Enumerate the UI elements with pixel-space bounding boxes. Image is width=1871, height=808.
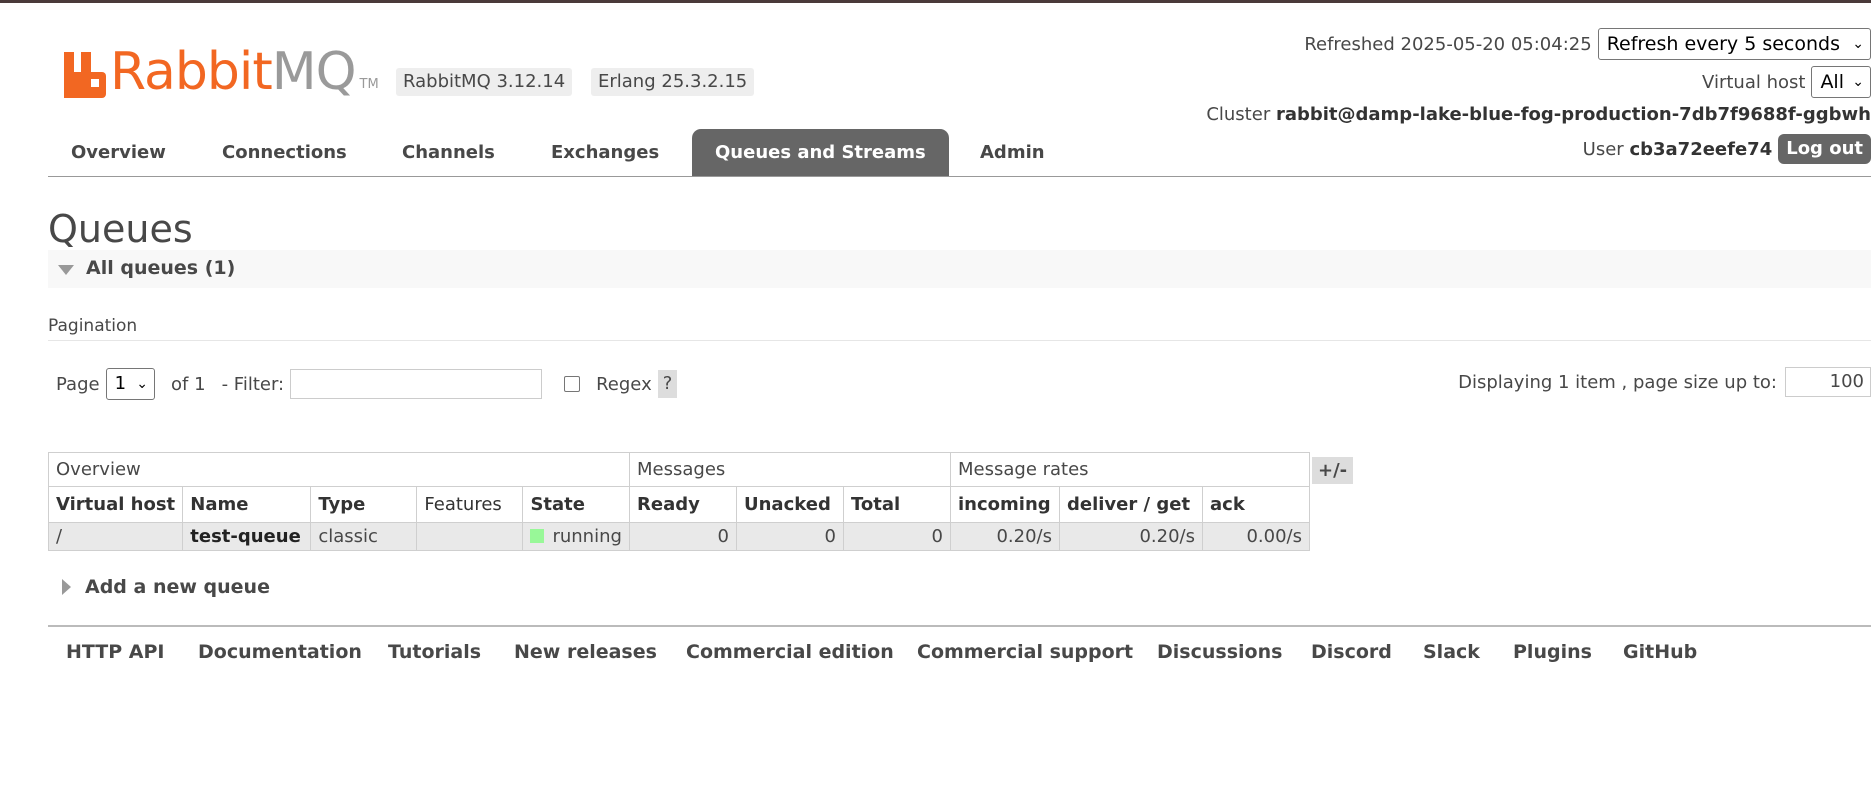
main-nav: Overview Connections Channels Exchanges … [48, 129, 1871, 177]
display-summary: Displaying 1 item , page size up to: 100 [1458, 367, 1871, 397]
col-state[interactable]: State [522, 486, 630, 523]
col-deliver-get[interactable]: deliver / get [1059, 486, 1203, 523]
logo-trademark: TM [359, 77, 379, 92]
refreshed-label: Refreshed 2025-05-20 05:04:25 [1304, 33, 1592, 55]
running-status-icon [530, 529, 545, 543]
cell-ack: 0.00/s [1202, 522, 1310, 551]
footer-link-discussions[interactable]: Discussions [1157, 638, 1282, 666]
chevron-down-icon: ⌄ [136, 376, 149, 392]
regex-help-button[interactable]: ? [657, 370, 678, 398]
footer-link-slack[interactable]: Slack [1423, 638, 1480, 666]
pagination-controls: Page 1 ⌄ of 1 - Filter: Regex ? [56, 368, 678, 400]
filter-input[interactable] [290, 369, 543, 399]
col-features: Features [416, 486, 524, 523]
col-unacked[interactable]: Unacked [736, 486, 844, 523]
filter-label: - Filter: [221, 373, 285, 395]
vhost-label: Virtual host [1702, 71, 1806, 93]
cell-deliver-get: 0.20/s [1059, 522, 1203, 551]
footer-link-documentation[interactable]: Documentation [198, 638, 362, 666]
tab-overview[interactable]: Overview [48, 129, 189, 176]
chevron-down-icon: ⌄ [1852, 74, 1864, 90]
footer-link-github[interactable]: GitHub [1623, 638, 1697, 666]
state-label: running [552, 526, 622, 547]
logo-wordmark: RabbitMQ [110, 42, 357, 102]
section-title: All queues (1) [86, 257, 236, 279]
page-select[interactable]: 1 ⌄ [105, 368, 156, 400]
table-row[interactable]: / test-queue classic running 0 0 0 0.20/… [47, 522, 1310, 551]
refresh-status: Refreshed 2025-05-20 05:04:25 Refresh ev… [1304, 28, 1871, 60]
rabbitmq-logo-icon [64, 52, 106, 98]
col-type[interactable]: Type [310, 486, 418, 523]
cell-ready: 0 [629, 522, 737, 551]
footer-link-discord[interactable]: Discord [1311, 638, 1392, 666]
top-border [0, 0, 1871, 3]
vhost-selector: Virtual host All ⌄ [1702, 66, 1871, 98]
footer-link-new-releases[interactable]: New releases [514, 638, 657, 666]
queue-name-link[interactable]: test-queue [182, 522, 312, 551]
page-of-label: of 1 [171, 373, 206, 395]
cell-type: classic [310, 522, 418, 551]
tab-queues-and-streams[interactable]: Queues and Streams [692, 129, 949, 176]
footer-link-commercial-edition[interactable]: Commercial edition [686, 638, 894, 666]
group-header-overview: Overview [48, 452, 630, 487]
page-label: Page [56, 373, 100, 395]
cell-features [416, 522, 524, 551]
erlang-badge: Erlang 25.3.2.15 [591, 68, 755, 96]
cell-vhost: / [47, 522, 184, 551]
vhost-select[interactable]: All ⌄ [1811, 66, 1871, 98]
footer-link-http-api[interactable]: HTTP API [66, 638, 165, 666]
rabbitmq-logo[interactable]: RabbitMQ TM [64, 42, 379, 98]
cluster-label: Cluster [1206, 104, 1271, 125]
pagination-divider [48, 340, 1871, 341]
cell-incoming: 0.20/s [950, 522, 1060, 551]
add-queue-label: Add a new queue [85, 576, 270, 598]
footer-link-commercial-support[interactable]: Commercial support [917, 638, 1133, 666]
col-virtual-host[interactable]: Virtual host [47, 486, 184, 523]
footer-link-tutorials[interactable]: Tutorials [388, 638, 481, 666]
all-queues-section-header[interactable]: All queues (1) [48, 250, 1871, 288]
queues-table: Overview Messages Message rates Virtual … [47, 452, 1310, 551]
pagination-label: Pagination [48, 316, 138, 336]
col-total[interactable]: Total [843, 486, 951, 523]
expand-triangle-icon [62, 579, 71, 595]
col-ack[interactable]: ack [1202, 486, 1310, 523]
toggle-columns-button[interactable]: +/- [1312, 457, 1354, 484]
page-title: Queues [48, 207, 193, 251]
refresh-interval-select[interactable]: Refresh every 5 seconds ⌄ [1597, 28, 1871, 60]
group-header-messages: Messages [629, 452, 951, 487]
collapse-triangle-icon [58, 265, 74, 275]
cell-state: running [522, 522, 630, 551]
page-size-input[interactable]: 100 [1785, 367, 1871, 397]
tab-admin[interactable]: Admin [957, 129, 1068, 176]
tab-channels[interactable]: Channels [379, 129, 518, 176]
cluster-name: rabbit@damp-lake-blue-fog-production-7db… [1275, 104, 1871, 125]
footer-divider [48, 625, 1871, 627]
tab-exchanges[interactable]: Exchanges [528, 129, 682, 176]
version-badge: RabbitMQ 3.12.14 [396, 68, 573, 96]
col-name[interactable]: Name [182, 486, 312, 523]
regex-label: Regex [596, 373, 652, 395]
cell-unacked: 0 [736, 522, 844, 551]
chevron-down-icon: ⌄ [1852, 36, 1864, 52]
cluster-info: Cluster rabbit@damp-lake-blue-fog-produc… [1206, 104, 1871, 125]
displaying-label: Displaying 1 item , page size up to: [1458, 371, 1777, 393]
group-header-message-rates: Message rates [950, 452, 1310, 487]
cell-total: 0 [843, 522, 951, 551]
add-queue-section-header[interactable]: Add a new queue [48, 576, 270, 598]
col-ready[interactable]: Ready [629, 486, 737, 523]
regex-checkbox[interactable] [564, 376, 581, 392]
tab-connections[interactable]: Connections [199, 129, 370, 176]
footer-link-plugins[interactable]: Plugins [1513, 638, 1592, 666]
col-incoming[interactable]: incoming [950, 486, 1060, 523]
